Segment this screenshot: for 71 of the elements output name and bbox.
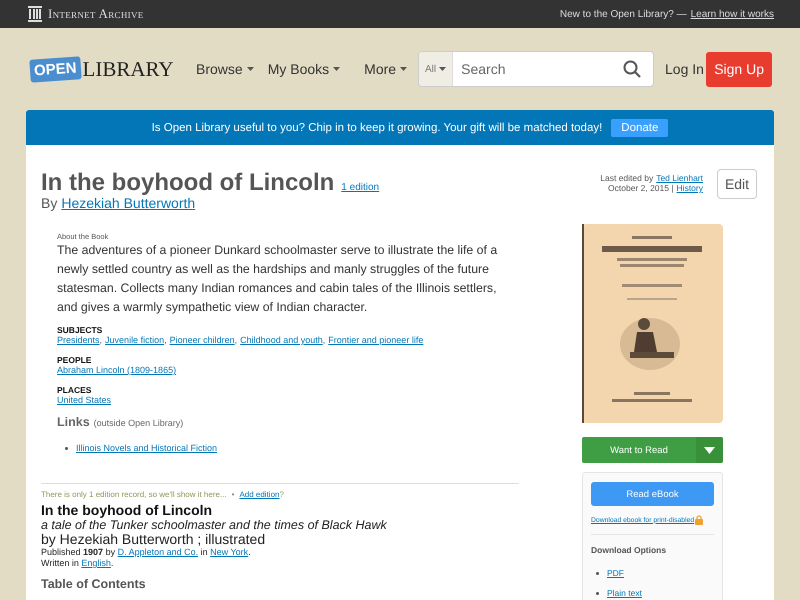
facet-link[interactable]: Presidents: [57, 335, 100, 345]
links-heading: Links: [57, 415, 90, 429]
book-description: The adventures of a pioneer Dunkard schoolmaster serve to illustrate the life of a newly settled country as well as the hardships and manly struggles of the future statesman. Collects many Indian romances and cabin tales of the Illinois settlers, and gives a warmly sympathetic view of Indian character.: [57, 242, 498, 316]
caret-icon: [439, 67, 446, 71]
nav-menu[interactable]: Browse: [196, 61, 254, 77]
book-title: In the boyhood of Lincoln: [41, 169, 334, 196]
edit-button[interactable]: Edit: [717, 169, 757, 199]
by-label: By: [41, 196, 58, 210]
question-mark: ?: [279, 490, 284, 499]
facet-link[interactable]: Pioneer children: [170, 335, 235, 345]
history-link[interactable]: History: [676, 183, 703, 193]
caret-icon: [246, 67, 254, 71]
intro-text: New to the Open Library? —: [560, 8, 687, 20]
list-separator: ,: [322, 335, 326, 345]
publication-info: Published 1907 by D. Appleton and Co. in New York.: [41, 547, 252, 558]
facet-link[interactable]: Frontier and pioneer life: [328, 335, 424, 345]
nav-menu[interactable]: More: [364, 61, 408, 77]
bullet-icon: [596, 572, 599, 574]
nav-menu[interactable]: My Books: [268, 61, 340, 77]
donate-button[interactable]: Donate: [611, 118, 668, 136]
brand-name[interactable]: Internet Archive: [48, 6, 144, 22]
lock-icon: [695, 515, 704, 525]
edition-byline: by Hezekiah Butterworth ; illustrated: [41, 532, 266, 547]
language-info: Written in English.: [41, 558, 114, 569]
links-note: (outside Open Library): [94, 418, 184, 428]
edited-label: Last edited by: [600, 173, 654, 183]
search-field[interactable]: All Search: [418, 51, 654, 87]
bullet-icon: [596, 592, 599, 594]
edition-subtitle: a tale of the Tunker schoolmaster and the times of Black Hawk: [41, 518, 388, 532]
search-icon: [623, 60, 641, 78]
banner-message: Is Open Library useful to you? Chip in to keep it growing. Your gift will be matched today!: [152, 122, 602, 134]
list-separator: ,: [234, 335, 238, 345]
download-link[interactable]: PDF: [607, 563, 624, 583]
facet-link[interactable]: United States: [57, 395, 112, 405]
language-link[interactable]: English: [81, 558, 111, 568]
list-separator: ,: [100, 335, 102, 345]
archive-icon: [28, 6, 42, 22]
facet-heading: PLACES: [57, 385, 92, 395]
edit-date: October 2, 2015 |: [608, 183, 674, 193]
download-link[interactable]: Plain text: [607, 583, 642, 600]
signup-button[interactable]: Sign Up: [706, 52, 772, 86]
facet-heading: SUBJECTS: [57, 325, 104, 335]
editor-link[interactable]: Ted Lienhart: [656, 173, 703, 183]
author-link[interactable]: Hezekiah Butterworth: [61, 196, 196, 210]
logo-badge[interactable]: OPEN: [29, 56, 82, 82]
facet-link[interactable]: Abraham Lincoln (1809-1865): [57, 365, 176, 375]
place-link[interactable]: New York: [210, 547, 248, 557]
caret-icon: [704, 446, 715, 454]
learn-link[interactable]: Learn how it works: [690, 8, 774, 20]
logo-text[interactable]: LIBRARY: [82, 56, 174, 82]
publisher-link[interactable]: D. Appleton and Co.: [118, 547, 198, 557]
login-link[interactable]: Log In: [665, 61, 704, 77]
want-to-read-button[interactable]: Want to Read: [582, 437, 696, 463]
dropdown-button[interactable]: [696, 437, 723, 463]
edition-title: In the boyhood of Lincoln: [41, 502, 214, 518]
section-heading: Table of Contents: [41, 577, 147, 591]
caret-icon: [333, 67, 340, 71]
editions-link[interactable]: 1 edition: [341, 182, 380, 193]
separator: •: [232, 490, 234, 499]
scope-dropdown[interactable]: All: [419, 52, 454, 86]
facet-link[interactable]: Juvenile fiction: [105, 335, 164, 345]
edition-notice: There is only 1 edition record, so we'll show it here...: [41, 490, 227, 499]
facet-heading: PEOPLE: [57, 355, 92, 365]
list-separator: ,: [164, 335, 167, 345]
external-link[interactable]: Illinois Novels and Historical Fiction: [76, 443, 218, 453]
facet-link[interactable]: Childhood and youth: [240, 335, 323, 345]
add-edition-link[interactable]: Add edition: [239, 490, 280, 499]
caret-icon: [400, 67, 408, 71]
bullet-icon: [65, 446, 68, 450]
download-heading: Download Options: [591, 545, 668, 555]
read-ebook-button[interactable]: Read eBook: [591, 482, 714, 506]
